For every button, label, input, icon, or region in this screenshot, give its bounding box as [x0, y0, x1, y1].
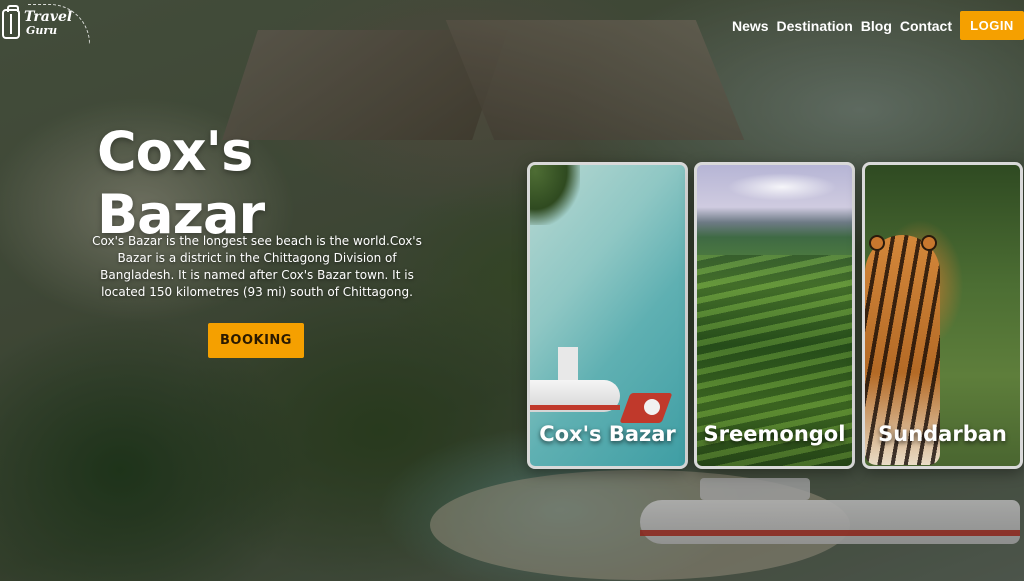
destination-card-sreemongol[interactable]: Sreemongol — [694, 162, 855, 469]
tiger-ear — [869, 235, 885, 251]
airline-badge-icon — [642, 397, 662, 417]
booking-button[interactable]: BOOKING — [208, 323, 304, 358]
nav-link-destination[interactable]: Destination — [777, 18, 853, 34]
destination-card-title: Sreemongol — [703, 422, 846, 446]
destination-card-title: Cox's Bazar — [539, 422, 676, 446]
hero-title: Cox's Bazar — [97, 120, 265, 246]
seaplane-stripe — [530, 405, 620, 410]
cloud — [727, 173, 837, 201]
hero-description: Cox's Bazar is the longest see beach is … — [92, 234, 422, 299]
login-button[interactable]: LOGIN — [960, 11, 1024, 40]
brand-logo[interactable]: Travel Guru — [2, 4, 92, 44]
destination-card-title: Sundarban — [878, 422, 1007, 446]
nav-link-blog[interactable]: Blog — [861, 18, 892, 34]
destination-card-sundarban[interactable]: Sundarban — [862, 162, 1023, 469]
destination-card-coxs-bazar[interactable]: Cox's Bazar — [527, 162, 688, 469]
nav-link-contact[interactable]: Contact — [900, 18, 952, 34]
main-nav: News Destination Blog Contact — [732, 18, 952, 34]
suitcase-icon — [2, 5, 20, 39]
tiger-ear — [921, 235, 937, 251]
palm-leaf — [530, 165, 580, 225]
flight-path-icon — [28, 4, 90, 44]
nav-link-news[interactable]: News — [732, 18, 769, 34]
seaplane-fin — [558, 347, 578, 381]
